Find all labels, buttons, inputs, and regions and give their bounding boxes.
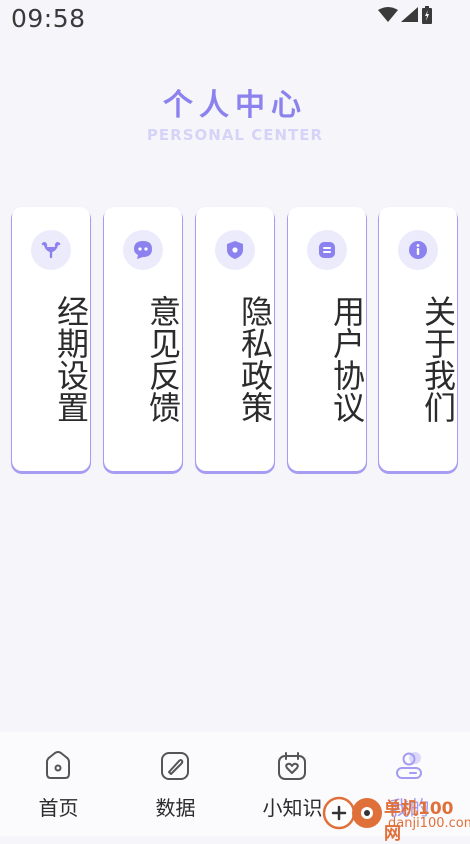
- card-period-settings[interactable]: 经期设置: [12, 207, 90, 471]
- tab-label: 首页: [38, 796, 79, 820]
- tab-home[interactable]: 首页: [0, 732, 117, 836]
- watermark-url: danji100.com: [388, 816, 470, 831]
- watermark-logo: [322, 796, 382, 830]
- calendar-heart-icon: [278, 752, 306, 780]
- edit-icon: [161, 752, 189, 780]
- status-bar: 09:58: [0, 0, 470, 42]
- card-label: 用户协议: [328, 295, 366, 423]
- card-feedback[interactable]: 意见反馈: [104, 207, 182, 471]
- card-label: 经期设置: [52, 295, 90, 423]
- battery-icon: [422, 6, 432, 24]
- document-icon: [307, 230, 347, 270]
- card-about-us[interactable]: 关于我们: [379, 207, 457, 471]
- tab-data[interactable]: 数据: [117, 732, 234, 836]
- uterus-icon: [31, 230, 71, 270]
- wifi-icon: [378, 7, 398, 22]
- card-user-agreement[interactable]: 用户协议: [288, 207, 366, 471]
- home-icon: [46, 751, 70, 779]
- tab-label: 数据: [155, 796, 196, 820]
- card-label: 隐私政策: [236, 295, 274, 423]
- card-label: 关于我们: [419, 295, 457, 423]
- status-time: 09:58: [11, 4, 86, 33]
- status-icons: [378, 6, 432, 24]
- info-icon: [398, 230, 438, 270]
- card-label: 意见反馈: [144, 295, 182, 423]
- watermark: 单机100网 danji100.com: [322, 790, 470, 844]
- signal-icon: [401, 7, 418, 22]
- shield-icon: [215, 230, 255, 270]
- page-subtitle: PERSONAL CENTER: [146, 126, 324, 144]
- user-icon: [396, 752, 422, 779]
- card-privacy-policy[interactable]: 隐私政策: [196, 207, 274, 471]
- chat-bubble-icon: [123, 230, 163, 270]
- page-title: 个人中心: [163, 88, 307, 123]
